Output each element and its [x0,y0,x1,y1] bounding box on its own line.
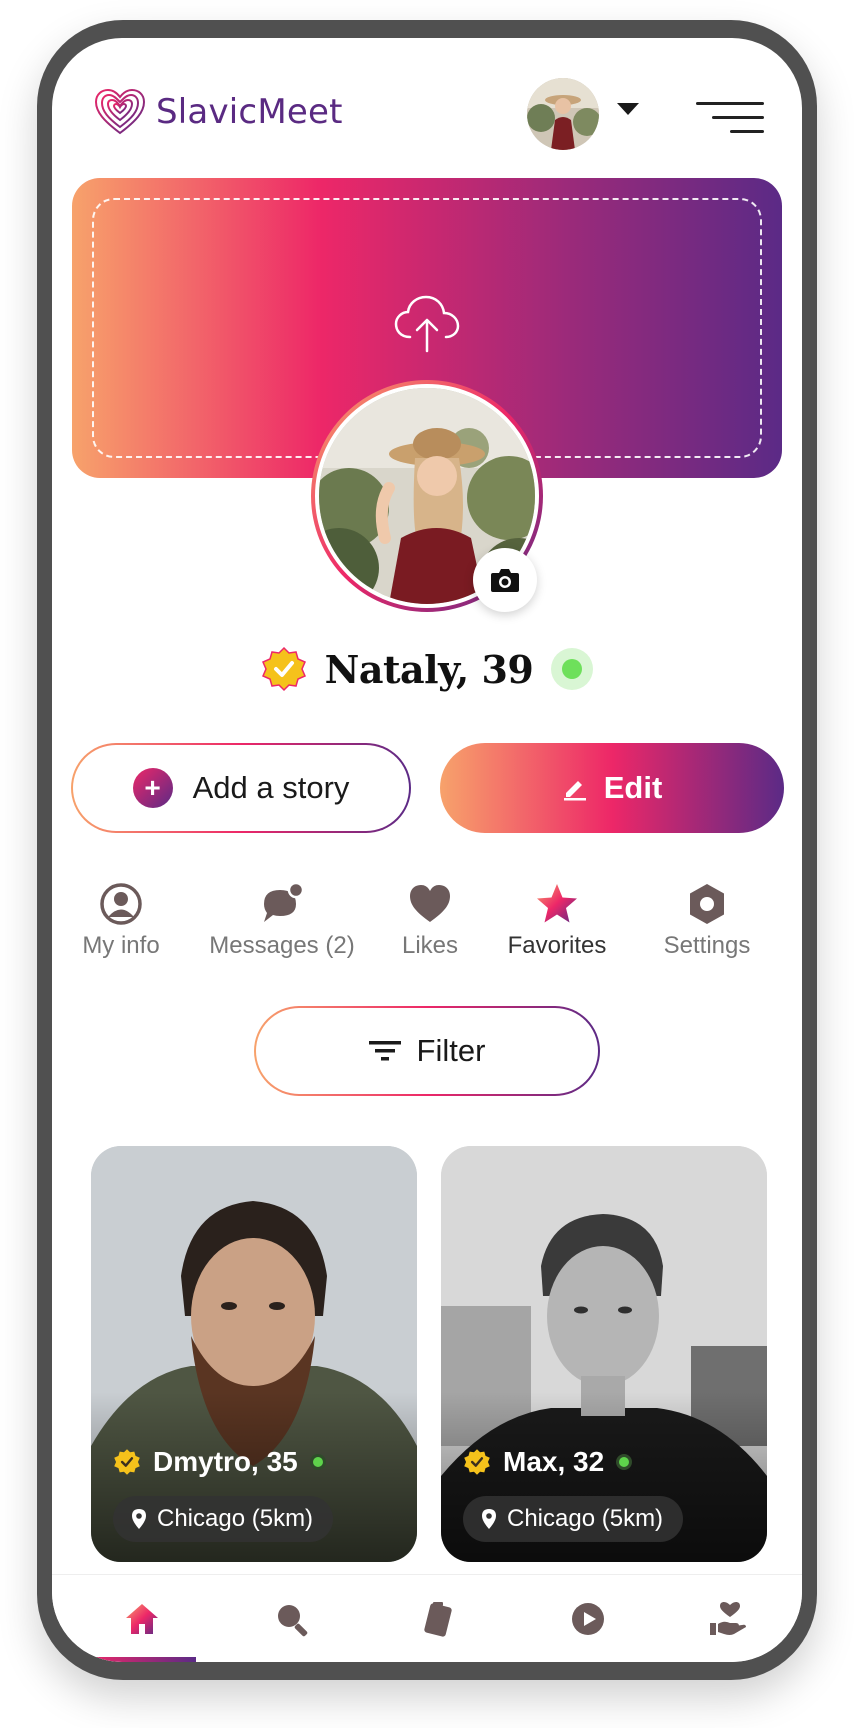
cloud-upload-icon [394,295,460,353]
play-icon [572,1603,604,1635]
profile-name: Nataly, 39 [324,646,534,692]
verified-badge-icon [261,646,306,692]
card-name-row: Max, 32 [463,1446,633,1478]
profile-tabs: My info Messages (2) Likes Favorites Set… [52,880,802,970]
brand-logo[interactable]: SlavicMeet [94,88,343,136]
edit-label: Edit [603,770,663,805]
header-avatar[interactable] [527,78,599,150]
nav-donate[interactable] [698,1589,758,1649]
online-status-indicator [616,1454,633,1470]
card-location: Chicago (5km) [507,1505,664,1532]
location-pin-icon [132,1509,146,1529]
filter-icon [368,1041,401,1061]
tab-label: Favorites [507,932,607,959]
location-pin-icon [482,1509,496,1529]
chat-bubble-icon [264,882,305,922]
profile-name-row: Nataly, 39 [52,646,802,692]
gear-icon [690,884,724,924]
tab-settings[interactable]: Settings [652,880,762,960]
nav-search[interactable] [262,1589,322,1649]
tab-messages[interactable]: Messages (2) [192,880,372,960]
card-name-row: Dmytro, 35 [113,1446,326,1478]
tab-label: Settings [663,932,751,959]
tab-label: My info [82,932,160,959]
tab-label: Likes [401,932,459,959]
add-story-label: Add a story [192,770,350,805]
location-pill: Chicago (5km) [463,1496,684,1542]
online-status-indicator [551,648,594,690]
home-icon [126,1604,158,1634]
verified-badge-icon [464,1449,490,1475]
plus-icon: + [132,768,173,808]
hand-heart-icon [710,1602,746,1635]
app-screen: SlavicMeet Nataly, 39 + Add a story Edit… [52,38,802,1662]
card-name: Max, 32 [503,1446,605,1477]
online-status-indicator [309,1454,326,1470]
tab-favorites[interactable]: Favorites [492,880,622,960]
bottom-navigation [52,1574,802,1662]
nav-videos[interactable] [558,1589,618,1649]
camera-icon [491,569,519,592]
tab-likes[interactable]: Likes [390,880,470,960]
edit-profile-button[interactable]: Edit [440,743,784,833]
profile-card[interactable]: Max, 32 Chicago (5km) [441,1146,767,1562]
add-story-button[interactable]: + Add a story [71,743,411,833]
nav-cards[interactable] [408,1589,468,1649]
location-pill: Chicago (5km) [113,1496,334,1542]
avatar-photo [527,78,599,150]
pencil-icon [563,781,586,801]
search-icon [278,1605,308,1637]
tab-label: Messages (2) [209,932,355,959]
profile-card[interactable]: Dmytro, 35 Chicago (5km) [91,1146,417,1562]
verified-badge-icon [114,1449,140,1475]
hamburger-menu-icon[interactable] [696,100,764,133]
active-tab-indicator [88,1657,196,1662]
heart-logo-icon [94,88,146,135]
card-name: Dmytro, 35 [153,1446,298,1477]
account-dropdown-icon[interactable] [617,103,639,115]
star-icon [537,884,577,923]
brand-name: SlavicMeet [156,92,343,132]
card-location: Chicago (5km) [157,1505,314,1532]
nav-home[interactable] [112,1589,172,1649]
user-circle-icon [100,883,142,925]
heart-icon [410,885,450,922]
filter-button[interactable]: Filter [254,1006,600,1096]
tab-my-info[interactable]: My info [66,880,176,960]
change-photo-button[interactable] [473,548,537,612]
filter-label: Filter [416,1033,486,1068]
cards-icon [424,1602,452,1637]
